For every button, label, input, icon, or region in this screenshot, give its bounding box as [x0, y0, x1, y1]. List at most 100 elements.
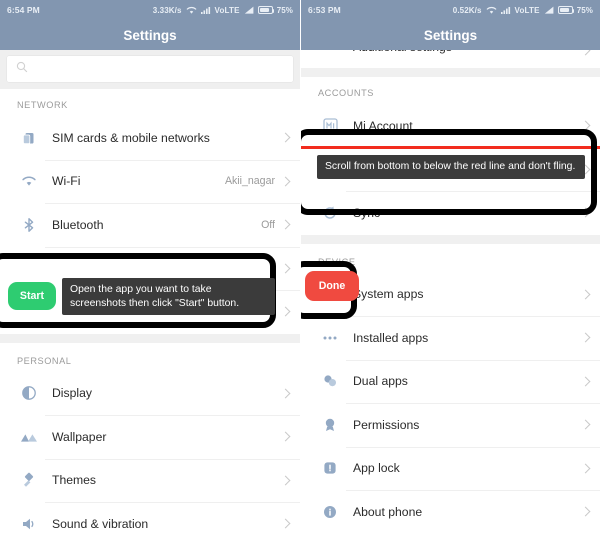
list-item-permissions[interactable]: Permissions — [301, 403, 600, 447]
list-item-label: Sound & vibration — [52, 516, 149, 531]
chevron-right-icon — [280, 306, 291, 317]
list-item-app-lock[interactable]: App lock — [301, 446, 600, 490]
network-speed: 3.33K/s — [152, 5, 182, 15]
right-phone-screenshot: 6:53 PM 0.52K/s VoLTE 75% Settings ACCOU… — [300, 0, 600, 533]
scroll-tooltip: Scroll from bottom to below the red line… — [317, 155, 585, 179]
signal-bars-icon-2 — [544, 6, 554, 14]
list-item-dual-apps[interactable]: Dual apps — [301, 359, 600, 403]
chevron-right-icon — [280, 132, 291, 143]
wallpaper-icon — [17, 425, 41, 449]
list-item-installed-apps[interactable]: Installed apps — [301, 316, 600, 360]
list-item-label: Dual apps — [353, 374, 408, 389]
list-item-label: Mi Account — [353, 118, 413, 133]
volte-label: VoLTE — [214, 5, 240, 15]
wifi-icon — [17, 169, 41, 193]
device-list: System apps Installed apps Dual apps Per… — [301, 272, 600, 533]
done-button[interactable]: Done — [305, 271, 359, 301]
chevron-right-icon — [580, 376, 591, 387]
list-item-sim-cards[interactable]: SIM cards & mobile networks — [0, 116, 300, 160]
list-item-label: SIM cards & mobile networks — [52, 130, 210, 145]
list-item-label: Wallpaper — [52, 429, 107, 444]
network-speed: 0.52K/s — [452, 5, 482, 15]
bluetooth-icon — [17, 213, 41, 237]
additional-settings-icon — [318, 50, 342, 68]
list-item-label: Bluetooth — [52, 217, 104, 232]
section-divider — [0, 333, 300, 343]
done-button-label: Done — [318, 280, 346, 292]
battery-icon — [257, 6, 275, 14]
chevron-right-icon — [280, 431, 291, 442]
signal-bars-icon — [200, 6, 211, 14]
section-divider-2 — [301, 234, 600, 244]
app-lock-icon — [318, 456, 342, 480]
chevron-right-icon — [580, 419, 591, 430]
right-settings-content: Additional settings ACCOUNTS Mi Account — [301, 50, 600, 533]
wifi-icon — [186, 6, 197, 15]
start-tooltip: Open the app you want to take screenshot… — [62, 278, 275, 316]
list-item-label: Additional settings — [353, 50, 452, 54]
sound-icon — [17, 512, 41, 533]
list-item-wallpaper[interactable]: Wallpaper — [0, 415, 300, 459]
search-area — [0, 50, 300, 89]
right-title-bar: Settings — [301, 20, 600, 50]
chevron-right-icon — [580, 463, 591, 474]
chevron-right-icon — [580, 120, 591, 131]
chevron-right-icon — [280, 176, 291, 187]
list-item-value: Akii_nagar — [224, 175, 275, 188]
list-item-bluetooth[interactable]: Bluetooth Off — [0, 203, 300, 247]
chevron-right-icon — [580, 289, 591, 300]
display-icon — [17, 381, 41, 405]
chevron-right-icon — [280, 219, 291, 230]
left-title-bar: Settings — [0, 20, 300, 50]
list-item-mi-account[interactable]: Mi Account — [301, 104, 600, 148]
status-time: 6:53 PM — [308, 5, 341, 15]
list-item-label: Wi-Fi — [52, 174, 81, 189]
page-title: Settings — [423, 27, 478, 43]
section-header-network: NETWORK — [0, 89, 300, 116]
list-item-label: Installed apps — [353, 330, 429, 345]
installed-apps-icon — [318, 326, 342, 350]
list-item-display[interactable]: Display — [0, 371, 300, 415]
list-item-label: Permissions — [353, 417, 420, 432]
search-input[interactable] — [35, 63, 284, 75]
volte-label: VoLTE — [514, 5, 540, 15]
battery-percent: 75% — [576, 5, 593, 15]
chevron-right-icon — [580, 506, 591, 517]
chevron-right-icon — [280, 263, 291, 274]
list-item-label: App lock — [353, 461, 400, 476]
left-status-bar: 6:54 PM 3.33K/s VoLTE 75% — [0, 0, 300, 20]
list-item-about-phone[interactable]: About phone — [301, 490, 600, 533]
list-item-themes[interactable]: Themes — [0, 458, 300, 502]
list-item-label: Personal hotspot — [52, 261, 144, 276]
battery-percent: 75% — [276, 5, 293, 15]
chevron-right-icon — [580, 207, 591, 218]
chevron-right-icon — [580, 332, 591, 343]
start-button[interactable]: Start — [8, 282, 56, 310]
section-header-personal: PERSONAL — [0, 342, 300, 372]
list-item-sound-vibration[interactable]: Sound & vibration — [0, 502, 300, 533]
list-item-additional-settings[interactable]: Additional settings — [301, 50, 600, 68]
section-header-device: DEVICE — [301, 243, 600, 273]
left-settings-content: NETWORK SIM cards & mobile networks Wi-F… — [0, 50, 300, 533]
section-divider — [301, 68, 600, 77]
page-title: Settings — [123, 27, 177, 43]
start-button-label: Start — [19, 290, 45, 302]
list-item-value: Off — [261, 218, 275, 231]
left-phone-screenshot: 6:54 PM 3.33K/s VoLTE 75% Settings NETWO… — [0, 0, 300, 533]
right-status-bar: 6:53 PM 0.52K/s VoLTE 75% — [301, 0, 600, 20]
section-header-accounts: ACCOUNTS — [301, 77, 600, 104]
red-guide-line — [301, 146, 600, 150]
search-box[interactable] — [7, 56, 293, 82]
list-item-sync[interactable]: Sync — [301, 191, 600, 235]
list-item-label: Sync — [353, 205, 381, 220]
sim-cards-icon — [17, 126, 41, 150]
battery-icon — [557, 6, 575, 14]
dual-apps-icon — [318, 369, 342, 393]
list-item-label: Display — [52, 386, 92, 401]
list-item-wifi[interactable]: Wi-Fi Akii_nagar — [0, 159, 300, 203]
status-time: 6:54 PM — [7, 5, 40, 15]
wifi-icon — [486, 6, 497, 15]
permissions-icon — [318, 413, 342, 437]
hotspot-icon — [17, 256, 41, 280]
signal-bars-icon-2 — [244, 6, 254, 14]
